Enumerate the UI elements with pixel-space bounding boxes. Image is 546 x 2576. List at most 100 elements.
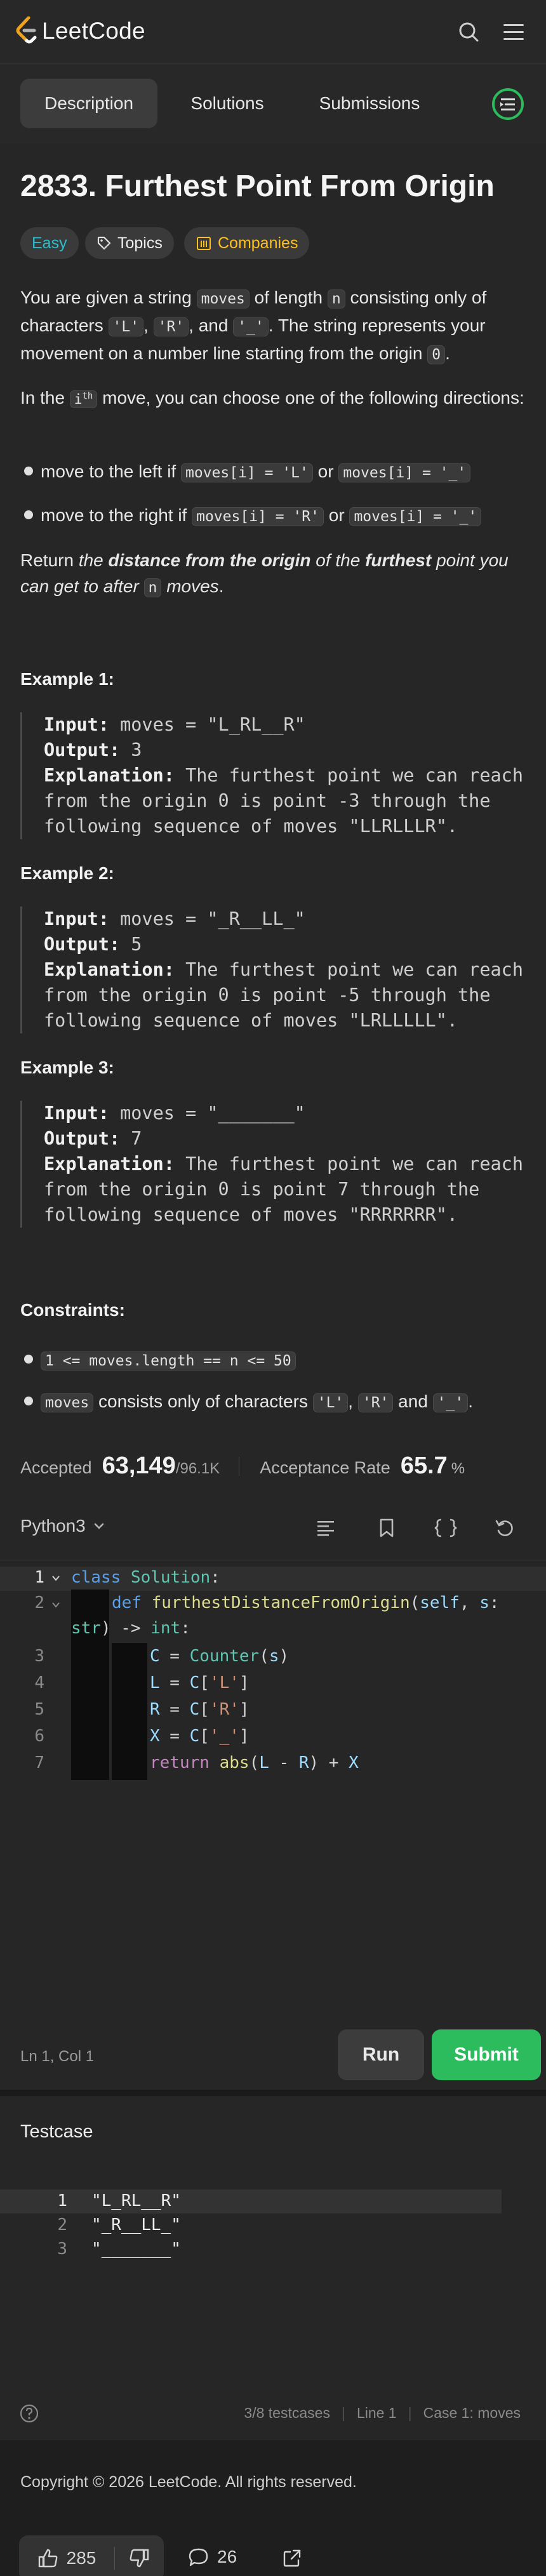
tab-solutions[interactable]: Solutions [173, 79, 282, 128]
timer-icon[interactable] [490, 86, 526, 122]
testcase-status: 3/8 testcases | Line 1 | Case 1: moves [244, 2405, 521, 2421]
vote-divider [114, 2547, 115, 2570]
constraint-1: 1 <= moves.length == n <= 50 [41, 1346, 546, 1374]
example-3-block: Input: moves = "_______" Output: 7 Expla… [20, 1101, 528, 1228]
format-icon[interactable] [315, 1517, 336, 1539]
bullet-dot [24, 510, 33, 519]
language-label: Python3 [20, 1516, 86, 1536]
fold-chevron-icon[interactable] [51, 1600, 61, 1610]
line-number: 3 [57, 2240, 67, 2259]
line-number: 5 [34, 1700, 44, 1719]
acceptance-rate-unit: % [451, 1460, 465, 1477]
accepted-count: 63,149 [102, 1452, 176, 1479]
fold-chevron-icon[interactable] [51, 1573, 61, 1583]
bullet-dot [24, 1397, 33, 1405]
indent-guide-1 [71, 1590, 109, 1780]
testcase-panel: Testcase 1 2 3 "L_RL__R" "_R__LL_" "____… [0, 2096, 546, 2440]
total-count: /96.1K [175, 1460, 220, 1477]
bullet-dot [24, 467, 33, 475]
testcase-title[interactable]: Testcase [20, 2121, 93, 2142]
comments-button[interactable]: 26 [188, 2547, 237, 2567]
testcase-value: "_R__LL_" [91, 2215, 181, 2234]
line-number: 2 [57, 2215, 67, 2234]
code-line-4: L = C['L'] [150, 1673, 250, 1692]
companies-chip[interactable]: Companies [184, 227, 310, 259]
description-paragraph-2: In the ith move, you can choose one of t… [20, 388, 524, 408]
language-selector[interactable]: Python3 [20, 1516, 106, 1536]
example-1-block: Input: moves = "L_RL__R" Output: 3 Expla… [20, 712, 528, 839]
companies-label: Companies [218, 234, 298, 252]
run-button[interactable]: Run [338, 2029, 424, 2080]
code-line-2: def furthestDistanceFromOrigin(self, s: [112, 1593, 500, 1612]
bullet-dot [24, 1355, 33, 1364]
tab-submissions[interactable]: Submissions [300, 79, 439, 128]
thumbs-down-icon[interactable] [128, 2548, 150, 2568]
tab-description[interactable]: Description [20, 79, 157, 128]
line-number: 4 [34, 1673, 44, 1692]
line-number: 1 [34, 1568, 44, 1587]
reset-icon[interactable] [494, 1517, 516, 1539]
testcase-value: "L_RL__R" [91, 2191, 181, 2210]
editor-toolbar: Python3 [0, 1494, 546, 1560]
tabs-bar: Description Solutions Submissions [0, 63, 546, 143]
help-icon[interactable] [19, 2403, 39, 2424]
code-line-2-wrap: str) -> int: [71, 1619, 190, 1638]
comment-count: 26 [217, 2547, 237, 2566]
question-panel: 2833. Furthest Point From Origin Easy To… [0, 143, 546, 1494]
comment-icon [189, 2548, 208, 2566]
chevron-down-icon [94, 1523, 103, 1529]
difficulty-badge: Easy [20, 227, 79, 259]
code-line-7: return abs(L - R) + X [150, 1753, 359, 1772]
bullet-right: move to the right if moves[i] = 'R' or m… [41, 502, 546, 530]
testcase-value: "_______" [91, 2240, 181, 2259]
testcase-count: 3/8 testcases [244, 2405, 330, 2421]
code-editor-panel: Python3 1 2 3 4 5 6 7 class Solution: de… [0, 1494, 546, 2090]
testcase-case: Case 1: moves [423, 2405, 521, 2421]
testcase-active-line [0, 2189, 502, 2214]
copyright: Copyright © 2026 LeetCode. All rights re… [20, 2473, 357, 2491]
description-paragraph-1: You are given a string moves of length n… [20, 288, 487, 364]
menu-icon[interactable] [502, 18, 527, 46]
example-2-heading: Example 2: [20, 863, 114, 883]
building-icon [197, 237, 211, 250]
accepted-label: Accepted [20, 1458, 92, 1477]
leetcode-logo[interactable]: LeetCode [15, 17, 145, 44]
description-paragraph-3: Return the distance from the origin of t… [20, 550, 509, 597]
tag-icon [97, 236, 111, 250]
example-3-heading: Example 3: [20, 1058, 114, 1077]
line-number: 6 [34, 1727, 44, 1746]
top-header: LeetCode [0, 0, 546, 63]
acceptance-stats: Accepted 63,149 /96.1K Acceptance Rate 6… [20, 1452, 465, 1480]
example-2-block: Input: moves = "_R__LL_" Output: 5 Expla… [20, 906, 528, 1033]
vote-group: 285 [19, 2535, 164, 2576]
indent-guide-2 [112, 1643, 147, 1780]
constraint-2: moves consists only of characters 'L', '… [41, 1388, 546, 1416]
like-count: 285 [66, 2548, 97, 2568]
line-number: 7 [34, 1753, 44, 1772]
line-number: 3 [34, 1647, 44, 1666]
braces-icon[interactable] [433, 1517, 458, 1539]
acceptance-rate-label: Acceptance Rate [260, 1458, 390, 1477]
code-line-1: class Solution: [71, 1568, 220, 1587]
leetcode-logo-icon [16, 17, 37, 44]
code-line-5: R = C['R'] [150, 1700, 250, 1719]
submit-button[interactable]: Submit [432, 2029, 541, 2080]
bookmark-icon[interactable] [376, 1517, 397, 1539]
constraints-heading: Constraints: [20, 1300, 125, 1320]
code-line-6: X = C['_'] [150, 1727, 250, 1746]
share-icon[interactable] [282, 2548, 302, 2568]
line-number: 1 [57, 2191, 67, 2210]
search-icon[interactable] [458, 18, 480, 46]
example-1-heading: Example 1: [20, 669, 114, 689]
acceptance-rate-value: 65.7 [400, 1452, 448, 1479]
topics-chip[interactable]: Topics [85, 227, 174, 259]
footer: Copyright © 2026 LeetCode. All rights re… [0, 2440, 546, 2576]
code-line-3: C = Counter(s) [150, 1647, 290, 1666]
cursor-position: Ln 1, Col 1 [20, 2048, 95, 2065]
line-number: 2 [34, 1593, 44, 1612]
problem-title[interactable]: 2833. Furthest Point From Origin [20, 169, 495, 204]
topics-label: Topics [117, 234, 163, 252]
like-button[interactable]: 285 [19, 2535, 114, 2576]
thumbs-up-icon [38, 2549, 58, 2568]
bullet-left: move to the left if moves[i] = 'L' or mo… [41, 458, 546, 486]
